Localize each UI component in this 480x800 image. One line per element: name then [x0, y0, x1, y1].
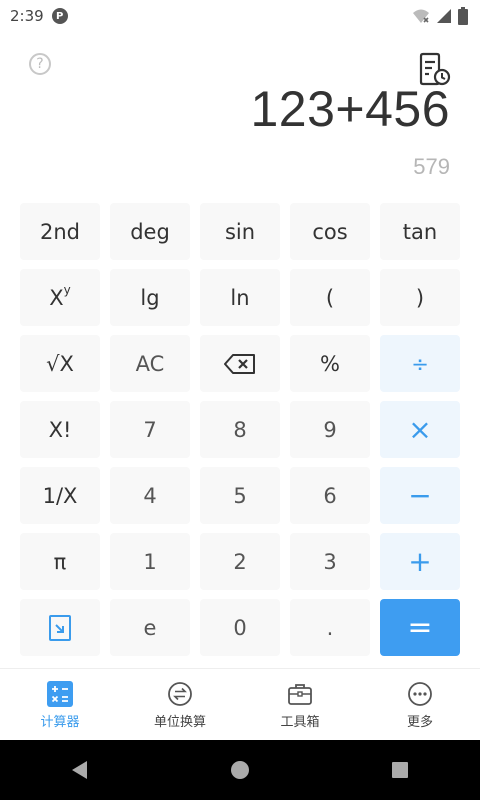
ln-key[interactable]: ln [200, 269, 280, 326]
battery-icon [458, 7, 468, 25]
home-icon[interactable] [229, 759, 251, 781]
nav-calculator-label: 计算器 [40, 714, 80, 730]
nav-more[interactable]: 更多 [365, 681, 475, 730]
reciprocal-key[interactable]: 1/X [20, 467, 100, 524]
tan-key[interactable]: tan [380, 203, 460, 260]
cos-key[interactable]: cos [290, 203, 370, 260]
sqrt-key[interactable]: √X [20, 335, 100, 392]
subtract-key[interactable]: − [380, 467, 460, 524]
calculator-icon [47, 680, 73, 707]
backspace-key[interactable] [200, 335, 280, 392]
system-nav-bar [0, 740, 480, 800]
wifi-off-icon [413, 9, 429, 23]
digit-9-key[interactable]: 9 [290, 401, 370, 458]
expression-display: 123+456 [250, 81, 450, 137]
help-icon[interactable]: ? [29, 53, 51, 75]
equals-key[interactable]: = [380, 599, 460, 656]
clear-key[interactable]: AC [110, 335, 190, 392]
status-left: 2:39 P [10, 7, 68, 25]
status-time: 2:39 [10, 7, 44, 25]
digit-7-key[interactable]: 7 [110, 401, 190, 458]
close-paren-key[interactable]: ) [380, 269, 460, 326]
keypad: 2nd deg sin cos tan Xy lg ln ( ) √X AC %… [20, 203, 461, 659]
app-notification-icon: P [51, 8, 68, 24]
multiply-key[interactable]: × [380, 401, 460, 458]
digit-2-key[interactable]: 2 [200, 533, 280, 590]
sin-key[interactable]: sin [200, 203, 280, 260]
decimal-key[interactable]: . [290, 599, 370, 656]
second-function-key[interactable]: 2nd [20, 203, 100, 260]
toolbox-icon [288, 683, 312, 705]
recents-icon[interactable] [389, 759, 411, 781]
unit-convert-icon [168, 681, 192, 706]
digit-1-key[interactable]: 1 [110, 533, 190, 590]
factorial-key[interactable]: X! [20, 401, 100, 458]
digit-4-key[interactable]: 4 [110, 467, 190, 524]
nav-unit-convert[interactable]: 单位换算 [125, 681, 235, 730]
nav-more-label: 更多 [406, 714, 433, 730]
collapse-icon [49, 614, 71, 641]
digit-0-key[interactable]: 0 [200, 599, 280, 656]
more-icon [408, 681, 432, 706]
collapse-key[interactable] [20, 599, 100, 656]
status-right [412, 7, 468, 25]
power-key-base: X [49, 285, 64, 310]
nav-toolbox[interactable]: 工具箱 [245, 681, 355, 730]
pi-key[interactable]: π [20, 533, 100, 590]
digit-5-key[interactable]: 5 [200, 467, 280, 524]
backspace-icon [224, 353, 255, 374]
open-paren-key[interactable]: ( [290, 269, 370, 326]
percent-key[interactable]: % [290, 335, 370, 392]
nav-calculator[interactable]: 计算器 [5, 680, 115, 730]
deg-key[interactable]: deg [110, 203, 190, 260]
back-icon[interactable] [69, 759, 91, 781]
power-key[interactable]: Xy [20, 269, 100, 326]
digit-3-key[interactable]: 3 [290, 533, 370, 590]
digit-6-key[interactable]: 6 [290, 467, 370, 524]
status-bar: 2:39 P [0, 0, 480, 32]
result-display: 579 [413, 154, 450, 179]
bottom-nav: 计算器 单位换算 工具箱 更多 [0, 668, 480, 741]
euler-key[interactable]: e [110, 599, 190, 656]
nav-unit-convert-label: 单位换算 [153, 714, 206, 730]
power-key-exponent: y [63, 282, 71, 297]
add-key[interactable]: + [380, 533, 460, 590]
divide-key[interactable]: ÷ [380, 335, 460, 392]
signal-icon [437, 9, 451, 23]
lg-key[interactable]: lg [110, 269, 190, 326]
digit-8-key[interactable]: 8 [200, 401, 280, 458]
nav-toolbox-label: 工具箱 [280, 714, 320, 730]
